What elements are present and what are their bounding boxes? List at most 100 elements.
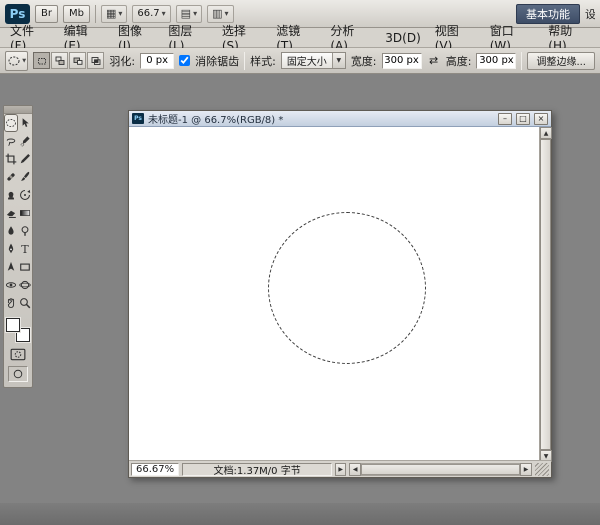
3d-orbit-tool[interactable] [18, 276, 32, 294]
launch-bridge-button[interactable]: Br [35, 4, 58, 23]
menu-help[interactable]: 帮助(H) [541, 24, 597, 53]
menu-image[interactable]: 图像(I) [111, 24, 161, 53]
arrange-documents-dropdown[interactable]: ▤ ▾ [175, 4, 203, 23]
elliptical-marquee-icon [6, 118, 16, 128]
document-window: Ps 未标题-1 @ 66.7%(RGB/8) * – □ × ▲ ▼ 66.6… [128, 110, 552, 478]
chevron-down-icon: ▾ [224, 9, 229, 18]
history-brush-tool[interactable] [18, 186, 32, 204]
quick-mask-icon [10, 348, 26, 360]
hand-tool[interactable] [4, 294, 18, 312]
gradient-icon [20, 210, 30, 216]
titlebar-divider [94, 4, 96, 23]
view-extras-dropdown[interactable]: ▦ ▾ [100, 4, 128, 23]
menu-edit[interactable]: 编辑(E) [57, 24, 111, 53]
horizontal-scrollbar[interactable]: ◀ ▶ [349, 462, 532, 476]
chevron-down-icon[interactable]: ▼ [331, 53, 345, 68]
rectangle-tool[interactable] [18, 258, 32, 276]
menu-select[interactable]: 选择(S) [215, 24, 269, 53]
clone-stamp-tool[interactable] [4, 186, 18, 204]
zoom-percentage-field[interactable]: 66.67% [131, 462, 180, 476]
feather-input[interactable] [140, 52, 175, 69]
new-selection-button[interactable] [33, 52, 51, 69]
antialias-checkbox[interactable] [179, 55, 191, 66]
screen-mode-button[interactable] [8, 366, 28, 382]
healing-brush-icon [7, 173, 15, 181]
type-tool[interactable]: T [18, 240, 32, 258]
vertical-scroll-track[interactable] [540, 139, 551, 450]
menu-window[interactable]: 窗口(W) [483, 24, 542, 53]
menu-view[interactable]: 视图(V) [428, 24, 483, 53]
vertical-scroll-thumb[interactable] [540, 139, 551, 450]
path-selection-tool[interactable] [4, 258, 18, 276]
chevron-down-icon: ▾ [118, 9, 123, 18]
zoom-tool[interactable] [18, 294, 32, 312]
brush-tool[interactable] [18, 168, 32, 186]
close-button[interactable]: × [534, 112, 548, 125]
horizontal-scroll-track[interactable] [361, 462, 520, 476]
style-select[interactable]: 固定大小 ▼ [280, 52, 346, 69]
refine-edge-button[interactable]: 调整边缘... [527, 51, 595, 70]
chevron-down-icon: ▾ [193, 9, 198, 18]
3d-rotate-icon [5, 282, 17, 288]
tool-preset-picker[interactable]: ▼ [5, 50, 29, 71]
feather-label: 羽化: [109, 54, 136, 68]
3d-rotate-tool[interactable] [4, 276, 18, 294]
menu-file[interactable]: 文件(F) [3, 24, 57, 53]
workspace-area: T Ps 未标题-1 @ 66.7%(RGB/8) * – □ × ▲ ▼ 66… [0, 74, 600, 525]
scroll-right-button[interactable]: ▶ [520, 462, 532, 476]
new-selection-icon [37, 57, 46, 64]
crop-tool[interactable] [4, 150, 18, 168]
options-divider [244, 51, 246, 70]
workspace-switcher-button[interactable]: 基本功能 [516, 3, 580, 24]
intersect-selection-button[interactable] [87, 52, 105, 69]
launch-mini-bridge-button[interactable]: Mb [62, 4, 90, 23]
subtract-from-selection-icon [73, 57, 83, 65]
subtract-from-selection-button[interactable] [69, 52, 87, 69]
selection-mode-group [33, 52, 105, 69]
maximize-button[interactable]: □ [516, 112, 530, 125]
menu-analysis[interactable]: 分析(A) [323, 24, 378, 53]
canvas[interactable] [129, 127, 539, 462]
gradient-tool[interactable] [18, 204, 32, 222]
lasso-tool[interactable] [4, 132, 18, 150]
foreground-color-swatch[interactable] [6, 318, 20, 332]
pen-tool[interactable] [4, 240, 18, 258]
resize-grip[interactable] [535, 462, 549, 476]
elliptical-selection-marching-ants[interactable] [268, 212, 426, 364]
vertical-scrollbar[interactable]: ▲ ▼ [539, 127, 552, 462]
spot-healing-brush-tool[interactable] [4, 168, 18, 186]
minimize-button[interactable]: – [498, 112, 512, 125]
color-swatches [6, 318, 30, 342]
eraser-tool[interactable] [4, 204, 18, 222]
add-to-selection-button[interactable] [51, 52, 69, 69]
scroll-up-button[interactable]: ▲ [540, 127, 552, 139]
height-input[interactable] [476, 52, 517, 69]
quick-selection-tool[interactable] [18, 132, 32, 150]
quick-mask-button[interactable] [8, 346, 28, 362]
scroll-left-button[interactable]: ◀ [349, 462, 362, 476]
svg-text:T: T [21, 243, 29, 255]
workspace-next-partial[interactable]: 设 [585, 6, 595, 22]
menu-filter[interactable]: 滤镜(T) [269, 24, 323, 53]
status-popup-button[interactable]: ▶ [335, 462, 347, 476]
grid-icon: ▦ [105, 7, 117, 20]
blur-tool[interactable] [4, 222, 18, 240]
blur-icon [8, 226, 14, 235]
width-input[interactable] [381, 52, 422, 69]
document-titlebar[interactable]: Ps 未标题-1 @ 66.7%(RGB/8) * – □ × [129, 111, 551, 127]
swap-width-height-button[interactable]: ⇄ [427, 52, 441, 69]
horizontal-scroll-thumb[interactable] [361, 463, 520, 475]
zoom-level-dropdown[interactable]: 66.7 ▾ [132, 4, 171, 23]
arrange-documents-icon: ▤ [180, 7, 192, 20]
eyedropper-icon [20, 154, 30, 164]
panel-grip[interactable] [4, 106, 32, 114]
height-label: 高度: [445, 54, 472, 68]
screen-mode-dropdown[interactable]: ▥ ▾ [207, 4, 234, 23]
elliptical-marquee-tool[interactable] [4, 114, 18, 132]
menu-layer[interactable]: 图层(L) [161, 24, 214, 53]
add-to-selection-icon [55, 56, 65, 65]
menu-3d[interactable]: 3D(D) [378, 28, 427, 47]
dodge-tool[interactable] [18, 222, 32, 240]
eyedropper-tool[interactable] [18, 150, 32, 168]
move-tool[interactable] [18, 114, 32, 132]
